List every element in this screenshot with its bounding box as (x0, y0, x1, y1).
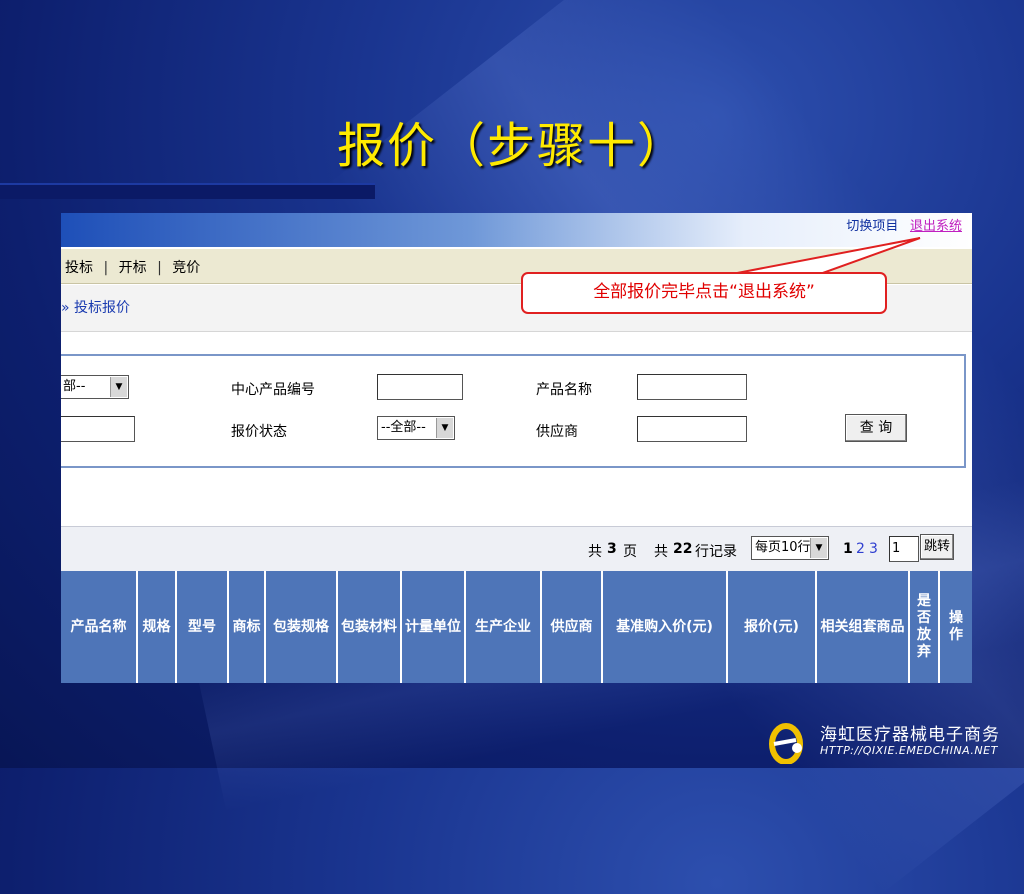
title-accent-bar (0, 183, 375, 199)
col-quote: 报价(元) (728, 571, 817, 683)
category-select-value: 部-- (63, 379, 86, 394)
nav-separator: | (103, 260, 109, 276)
col-manufacturer: 生产企业 (466, 571, 542, 683)
total-rows: 22 (673, 541, 693, 557)
company-logo: 海虹医疗器械电子商务 HTTP://QIXIE.EMEDCHINA.NET (764, 718, 1014, 764)
filter-input[interactable] (61, 416, 135, 442)
pager: 共 3 页 共 22 行记录 每页10行 ▼ 1 2 3 1 跳转 (61, 526, 972, 571)
nav-item-auction[interactable]: 竞价 (172, 260, 200, 276)
total-pages-prefix: 共 (588, 544, 602, 560)
col-supplier: 供应商 (542, 571, 603, 683)
page-input[interactable]: 1 (889, 536, 919, 562)
app-header: 切换项目 退出系统 (61, 213, 972, 247)
page-link-2[interactable]: 2 (856, 541, 865, 557)
logo-url: HTTP://QIXIE.EMEDCHINA.NET (820, 744, 998, 757)
search-form: 部-- ▼ 中心产品编号 产品名称 报价状态 --全部-- ▼ 供应商 查 询 (61, 354, 966, 468)
total-pages-suffix: 页 (623, 544, 637, 560)
page-link-1[interactable]: 1 (843, 541, 853, 557)
total-pages: 3 (607, 541, 617, 557)
callout-note: 全部报价完毕点击“退出系统” (521, 272, 887, 314)
chevron-down-icon: ▼ (436, 418, 453, 438)
quote-status-value: --全部-- (381, 420, 426, 435)
supplier-label: 供应商 (536, 424, 578, 440)
page-link-3[interactable]: 3 (869, 541, 878, 557)
slide-title: 报价（步骤十） (336, 118, 687, 174)
query-button[interactable]: 查 询 (845, 414, 907, 442)
product-name-label: 产品名称 (536, 382, 592, 398)
col-package-spec: 包装规格 (266, 571, 338, 683)
chevron-down-icon: ▼ (110, 377, 127, 397)
category-select[interactable]: 部-- ▼ (61, 375, 129, 399)
breadcrumb-text[interactable]: » 投标报价 (61, 297, 130, 317)
per-page-value: 每页10行 (755, 540, 811, 555)
quote-status-label: 报价状态 (231, 424, 287, 440)
total-rows-suffix: 行记录 (695, 544, 737, 560)
col-product-name: 产品名称 (61, 571, 138, 683)
total-rows-prefix: 共 (654, 544, 668, 560)
col-model: 型号 (177, 571, 229, 683)
center-code-label: 中心产品编号 (231, 382, 315, 398)
col-base-price: 基准购入价(元) (603, 571, 728, 683)
logout-link[interactable]: 退出系统 (910, 218, 962, 233)
col-unit: 计量单位 (402, 571, 466, 683)
logo-company-name: 海虹医疗器械电子商务 (820, 725, 1000, 745)
logo-e-icon (769, 723, 803, 764)
jump-button[interactable]: 跳转 (920, 534, 954, 560)
per-page-select[interactable]: 每页10行 ▼ (751, 536, 829, 560)
chevron-down-icon: ▼ (810, 538, 827, 558)
quote-status-select[interactable]: --全部-- ▼ (377, 416, 455, 440)
product-name-input[interactable] (637, 374, 747, 400)
nav-item-open-bid[interactable]: 开标 (119, 260, 147, 276)
col-package-material: 包装材料 (338, 571, 402, 683)
nav-separator: | (157, 260, 162, 276)
col-abandon: 是否放弃 (910, 571, 940, 683)
col-spec: 规格 (138, 571, 177, 683)
supplier-input[interactable] (637, 416, 747, 442)
col-action: 操作 (949, 610, 963, 643)
nav-item-bid[interactable]: 投标 (65, 260, 93, 276)
col-brand: 商标 (229, 571, 266, 683)
col-related-set: 相关组套商品 (817, 571, 910, 683)
center-code-input[interactable] (377, 374, 463, 400)
table-header: 产品名称 规格 型号 商标 包装规格 包装材料 计量单位 生产企业 供应商 基准… (61, 571, 972, 683)
switch-project-link[interactable]: 切换项目 (846, 218, 898, 233)
